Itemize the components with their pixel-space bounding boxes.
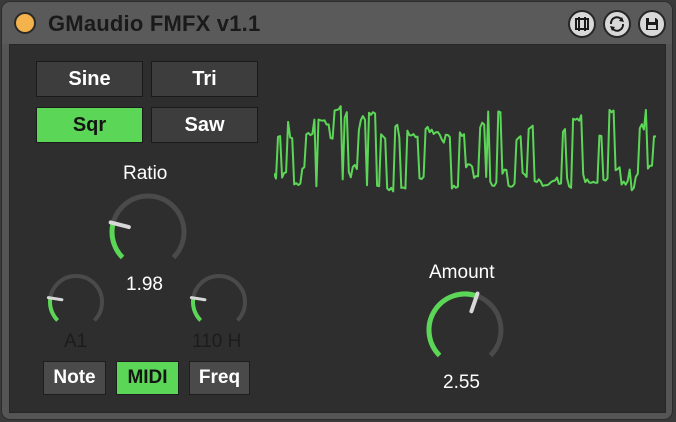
mode-note-button[interactable]: Note bbox=[43, 361, 106, 395]
refresh-button[interactable] bbox=[603, 10, 631, 38]
device-power-toggle[interactable] bbox=[14, 12, 36, 34]
waveform-saw-button[interactable]: Saw bbox=[151, 107, 258, 143]
save-preset-button[interactable] bbox=[638, 10, 666, 38]
note-knob[interactable] bbox=[46, 272, 106, 332]
device-window: GMaudio FMFX v1.1 Sine Tri Sqr Saw Ratio… bbox=[1, 1, 673, 420]
knob-value-arc bbox=[109, 222, 125, 260]
mode-freq-button[interactable]: Freq bbox=[189, 361, 250, 395]
hot-swap-icon bbox=[575, 17, 589, 31]
device-title: GMaudio FMFX v1.1 bbox=[48, 11, 261, 36]
waveform-scope bbox=[274, 105, 656, 193]
mode-midi-button[interactable]: MIDI bbox=[116, 361, 179, 395]
waveform-sqr-button[interactable]: Sqr bbox=[36, 107, 143, 143]
waveform-tri-button[interactable]: Tri bbox=[151, 61, 258, 97]
knob-value-arc bbox=[426, 291, 478, 358]
amount-value: 2.55 bbox=[443, 372, 480, 393]
knob-value-arc bbox=[48, 297, 60, 322]
knob-value-arc bbox=[191, 297, 203, 322]
note-value: A1 bbox=[64, 331, 88, 352]
freq-knob[interactable] bbox=[189, 272, 249, 332]
ratio-knob[interactable] bbox=[107, 191, 189, 273]
waveform-sine-button[interactable]: Sine bbox=[36, 61, 143, 97]
ratio-label: Ratio bbox=[123, 163, 168, 184]
knob-pointer bbox=[189, 296, 207, 302]
device-panel: Sine Tri Sqr Saw Ratio 1.98 A1 110 H Not… bbox=[9, 44, 666, 413]
title-bar: GMaudio FMFX v1.1 bbox=[2, 2, 672, 44]
knob-pointer bbox=[46, 296, 64, 302]
refresh-icon bbox=[609, 16, 625, 32]
ratio-value: 1.98 bbox=[126, 274, 163, 295]
hot-swap-button[interactable] bbox=[568, 10, 596, 38]
amount-knob[interactable] bbox=[424, 289, 506, 371]
waveform-trace bbox=[274, 105, 656, 193]
amount-label: Amount bbox=[429, 262, 495, 283]
save-icon bbox=[646, 18, 658, 30]
freq-value: 110 H bbox=[192, 331, 242, 352]
